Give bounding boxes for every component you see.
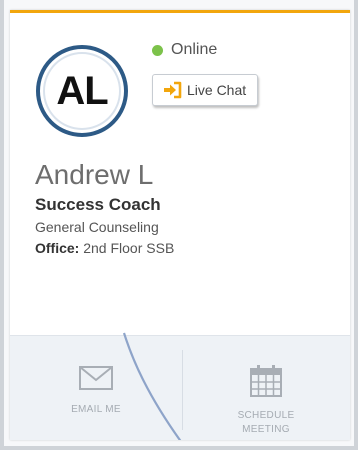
avatar-initials: AL	[56, 68, 108, 113]
coach-department: General Counseling	[35, 219, 159, 235]
sign-in-icon	[163, 81, 183, 99]
live-chat-label: Live Chat	[187, 82, 247, 98]
status-text: Online	[171, 41, 218, 58]
action-bar: EMAIL ME SCHEDULE MEETING	[10, 335, 350, 440]
calendar-icon	[249, 364, 283, 403]
email-me-button[interactable]: EMAIL ME	[10, 336, 182, 440]
coach-name: Andrew L	[35, 159, 154, 190]
office-value: 2nd Floor SSB	[79, 240, 175, 256]
envelope-icon	[78, 364, 114, 397]
coach-role: Success Coach	[35, 195, 161, 214]
coach-office: Office: 2nd Floor SSB	[35, 240, 174, 256]
office-label: Office:	[35, 240, 80, 256]
coach-card: AL Online Live Chat Andrew L Success Coa…	[10, 10, 350, 440]
avatar: AL	[36, 45, 128, 137]
status-indicator: Online	[152, 41, 217, 59]
live-chat-button[interactable]: Live Chat	[152, 74, 258, 106]
schedule-meeting-button[interactable]: SCHEDULE MEETING	[182, 336, 350, 440]
online-dot-icon	[152, 44, 163, 56]
email-me-label: EMAIL ME	[71, 404, 121, 415]
schedule-meeting-label: SCHEDULE MEETING	[237, 410, 295, 435]
